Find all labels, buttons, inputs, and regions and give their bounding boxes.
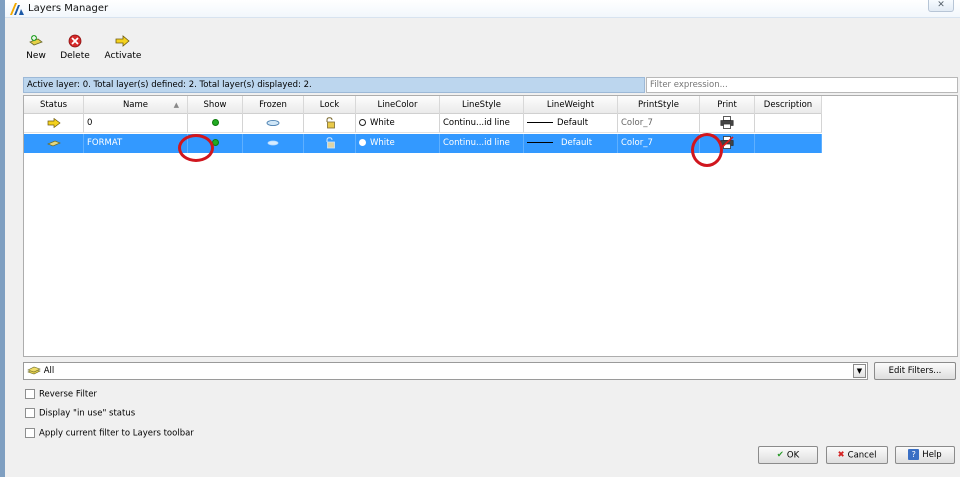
printer-icon [720, 116, 734, 129]
column-header-status[interactable]: Status [24, 96, 84, 115]
layer-status-bar: Active layer: 0. Total layer(s) defined:… [23, 77, 645, 93]
bulb-on-icon [211, 119, 219, 126]
apply-toolbar-checkbox[interactable] [25, 428, 35, 438]
reverse-filter-checkbox[interactable] [25, 389, 35, 399]
layers-manager-window: Layers Manager ✕ New Delete Activate Act… [0, 0, 960, 477]
description-cell[interactable] [755, 114, 822, 133]
description-cell[interactable] [755, 134, 822, 153]
app-logo-icon [10, 3, 24, 15]
activate-layer-button[interactable]: Activate [103, 34, 143, 61]
reverse-filter-option[interactable]: Reverse Filter [25, 389, 97, 401]
in-use-status-option[interactable]: Display "in use" status [25, 408, 135, 420]
print-toggle[interactable] [700, 114, 755, 133]
color-swatch-icon [359, 119, 366, 126]
table-row[interactable]: 0 White Continu...id line Default Color_… [24, 114, 822, 133]
lineweight-sample [527, 122, 553, 123]
ok-button[interactable]: ✔ OK [758, 446, 818, 464]
help-button[interactable]: ? Help [895, 446, 955, 464]
column-header-frozen[interactable]: Frozen [243, 96, 304, 115]
help-label: Help [922, 450, 942, 460]
cancel-x-icon: ✖ [837, 450, 845, 460]
layer-name-cell[interactable]: FORMAT [84, 134, 188, 153]
layer-filter-dropdown[interactable]: All ▼ [23, 362, 868, 380]
filter-selected-value: All [43, 366, 55, 376]
unlocked-padlock-icon [326, 116, 335, 128]
unlocked-padlock-icon [326, 136, 335, 148]
show-toggle[interactable] [188, 114, 243, 133]
delete-layer-button[interactable]: Delete [59, 34, 91, 61]
status-cell[interactable] [24, 134, 84, 153]
activate-arrow-icon [115, 35, 130, 47]
column-header-description[interactable]: Description [755, 96, 822, 115]
checkmark-icon: ✔ [776, 450, 784, 460]
lock-toggle[interactable] [304, 134, 356, 153]
lineweight-value: Default [561, 138, 593, 148]
delete-icon [68, 34, 82, 48]
apply-toolbar-label: Apply current filter to Layers toolbar [39, 428, 194, 439]
table-header: Status Name ▲ Show Frozen Lock LineColor… [24, 96, 822, 115]
layer-icon [46, 140, 61, 146]
color-swatch-icon [359, 139, 366, 146]
in-use-status-label: Display "in use" status [39, 408, 136, 419]
status-cell[interactable] [24, 114, 84, 133]
column-header-linecolor[interactable]: LineColor [356, 96, 440, 115]
linestyle-cell[interactable]: Continu...id line [440, 134, 524, 153]
lineweight-value: Default [557, 118, 589, 128]
reverse-filter-label: Reverse Filter [39, 389, 97, 400]
printstyle-cell[interactable]: Color_7 [618, 134, 700, 153]
column-header-name-label: Name [122, 100, 149, 110]
frozen-toggle[interactable] [243, 114, 304, 133]
dropdown-arrow-icon[interactable]: ▼ [853, 364, 866, 378]
lineweight-sample [527, 142, 553, 143]
linecolor-value: White [370, 118, 395, 128]
help-icon: ? [908, 449, 920, 460]
filter-layers-icon [27, 366, 41, 374]
lineweight-cell[interactable]: Default [524, 114, 618, 133]
column-header-name[interactable]: Name ▲ [84, 96, 188, 115]
annotation-circle-show [178, 134, 214, 162]
frozen-toggle[interactable] [243, 134, 304, 153]
column-header-print[interactable]: Print [700, 96, 755, 115]
cancel-label: Cancel [847, 450, 877, 461]
apply-toolbar-option[interactable]: Apply current filter to Layers toolbar [25, 428, 194, 440]
window-title: Layers Manager [28, 3, 109, 14]
new-label: New [26, 51, 46, 61]
current-layer-arrow-icon [47, 117, 61, 128]
column-header-linestyle[interactable]: LineStyle [440, 96, 524, 115]
column-header-lock[interactable]: Lock [304, 96, 356, 115]
linecolor-value: White [370, 138, 395, 148]
new-layer-button[interactable]: New [21, 34, 51, 61]
layer-name-cell[interactable]: 0 [84, 114, 188, 133]
column-header-printstyle[interactable]: PrintStyle [618, 96, 700, 115]
close-button[interactable]: ✕ [928, 0, 954, 12]
linecolor-cell[interactable]: White [356, 134, 440, 153]
filter-expression-input[interactable] [646, 77, 958, 93]
edit-filters-button[interactable]: Edit Filters... [874, 362, 956, 380]
activate-label: Activate [104, 51, 142, 61]
lineweight-cell[interactable]: Default [524, 134, 618, 153]
sort-ascending-icon: ▲ [173, 101, 179, 109]
column-header-show[interactable]: Show [188, 96, 243, 115]
ok-label: OK [786, 450, 800, 461]
linecolor-cell[interactable]: White [356, 114, 440, 133]
sun-thawed-icon [267, 140, 279, 145]
title-bar: Layers Manager ✕ [5, 0, 960, 18]
cancel-button[interactable]: ✖ Cancel [826, 446, 888, 464]
lock-toggle[interactable] [304, 114, 356, 133]
printstyle-cell[interactable]: Color_7 [618, 114, 700, 133]
annotation-circle-print [691, 133, 723, 167]
linestyle-cell[interactable]: Continu...id line [440, 114, 524, 133]
sun-thawed-icon [266, 119, 280, 126]
delete-label: Delete [60, 51, 90, 61]
in-use-status-checkbox[interactable] [25, 408, 35, 418]
layers-table: Status Name ▲ Show Frozen Lock LineColor… [23, 95, 958, 357]
new-layer-icon [29, 35, 43, 46]
close-icon: ✕ [937, 0, 945, 10]
column-header-lineweight[interactable]: LineWeight [524, 96, 618, 115]
